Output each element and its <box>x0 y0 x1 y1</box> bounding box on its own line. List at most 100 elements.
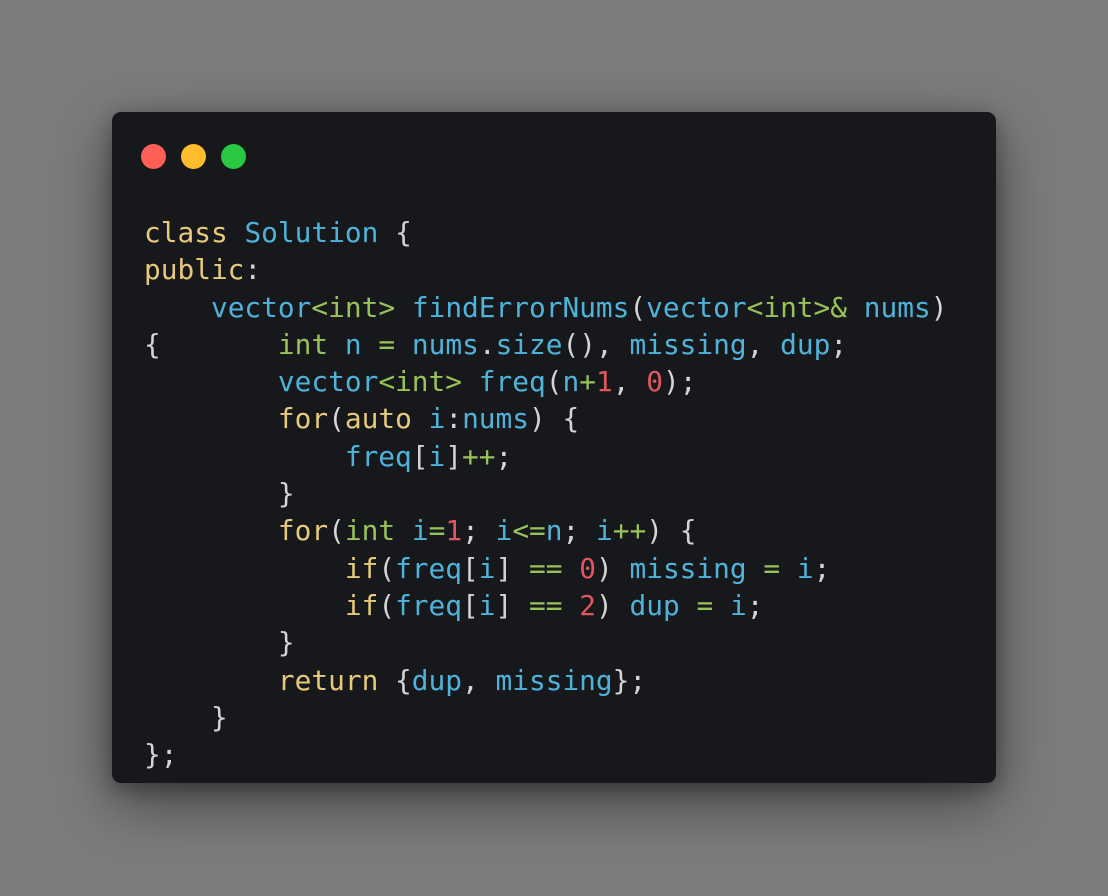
identifier-token: n <box>344 327 362 361</box>
punctuation-token <box>847 291 864 324</box>
operator-token: < <box>746 290 764 324</box>
identifier-token: n <box>562 365 580 399</box>
window-controls <box>141 144 246 169</box>
punctuation-token <box>144 365 278 398</box>
punctuation-token: ( <box>545 365 563 399</box>
identifier-token: vector <box>646 290 747 324</box>
punctuation-token: ; <box>462 514 496 548</box>
identifier-token: vector <box>277 365 379 399</box>
identifier-token: freq <box>395 588 463 622</box>
punctuation-token <box>780 552 797 585</box>
punctuation-token: . <box>478 327 496 361</box>
identifier-token: freq <box>478 365 546 399</box>
maximize-button[interactable] <box>221 144 246 169</box>
punctuation-token: } <box>144 626 295 660</box>
punctuation-token: [ <box>411 439 429 473</box>
type-token: int <box>395 365 446 399</box>
punctuation-token: ( <box>629 290 647 324</box>
code-line: class Solution { <box>144 214 947 251</box>
punctuation-token <box>144 514 278 547</box>
operator-token: > <box>445 365 463 399</box>
identifier-token: findErrorNums <box>411 290 630 324</box>
identifier-token: i <box>428 402 446 436</box>
punctuation-token: ) <box>595 588 630 622</box>
code-line: if(freq[i] == 0) missing = i; <box>144 550 947 587</box>
punctuation-token: : <box>244 253 262 287</box>
number-token: 1 <box>595 365 613 399</box>
punctuation-token: } <box>144 700 228 734</box>
number-token: 0 <box>646 365 663 399</box>
identifier-token: i <box>796 551 814 585</box>
punctuation-token <box>144 552 345 585</box>
code-line: } <box>144 699 947 736</box>
keyword-token: public <box>144 253 245 287</box>
identifier-token: i <box>478 551 496 585</box>
punctuation-token: ; <box>830 327 848 361</box>
keyword-token: auto <box>344 402 412 436</box>
operator-token: ++ <box>612 514 647 548</box>
punctuation-token <box>228 216 245 249</box>
punctuation-token: (), <box>562 327 630 361</box>
punctuation-token: : <box>445 402 463 436</box>
identifier-token: dup <box>629 588 680 622</box>
keyword-token: return <box>277 663 379 697</box>
operator-token: = <box>763 551 781 585</box>
punctuation-token <box>144 589 345 622</box>
operator-token: = <box>428 514 446 548</box>
punctuation-token: ( <box>378 551 396 585</box>
code-line: for(int i=1; i<=n; i++) { <box>144 512 947 549</box>
punctuation-token <box>362 328 379 361</box>
punctuation-token <box>395 328 412 361</box>
identifier-token: vector <box>210 290 312 324</box>
operator-token: < <box>311 290 329 324</box>
identifier-token: freq <box>395 551 463 585</box>
punctuation-token: , <box>746 327 781 361</box>
punctuation-token: ) { <box>646 514 697 548</box>
punctuation-token <box>747 552 764 585</box>
code-line: if(freq[i] == 2) dup = i; <box>144 587 947 624</box>
operator-token: >& <box>813 290 848 324</box>
identifier-token: i <box>478 588 496 622</box>
punctuation-token <box>562 589 579 622</box>
punctuation-token: ) <box>930 290 948 324</box>
identifier-token: i <box>411 514 429 548</box>
punctuation-token: ] <box>495 588 529 622</box>
identifier-token: i <box>596 514 613 548</box>
identifier-token: freq <box>344 439 412 473</box>
punctuation-token: , <box>462 663 496 697</box>
close-button[interactable] <box>141 144 166 169</box>
punctuation-token <box>144 664 278 697</box>
identifier-token: i <box>495 514 513 548</box>
punctuation-token <box>562 552 579 585</box>
identifier-token: i <box>729 588 747 622</box>
type-token: int <box>763 290 814 324</box>
identifier-token: missing <box>495 663 613 697</box>
punctuation-token: }; <box>612 663 647 697</box>
punctuation-token <box>412 402 429 435</box>
punctuation-token <box>144 440 345 473</box>
punctuation-token: [ <box>462 551 479 585</box>
keyword-token: if <box>344 588 379 622</box>
code-line: { int n = nums.size(), missing, dup; <box>144 326 947 363</box>
identifier-token: nums <box>462 402 530 436</box>
minimize-button[interactable] <box>181 144 206 169</box>
punctuation-token: ; <box>813 551 831 585</box>
punctuation-token: } <box>144 477 295 511</box>
identifier-token: size <box>495 327 563 361</box>
keyword-token: if <box>344 551 379 585</box>
punctuation-token: ] <box>495 551 529 585</box>
operator-token: > <box>378 290 396 324</box>
code-block: class Solution {public: vector<int> find… <box>144 214 947 773</box>
operator-token: + <box>579 365 596 399</box>
punctuation-token: , <box>612 365 647 399</box>
punctuation-token: ); <box>662 365 697 399</box>
identifier-token: Solution <box>244 216 379 249</box>
number-token: 2 <box>579 588 596 622</box>
code-line: vector<int> freq(n+1, 0); <box>144 363 947 400</box>
punctuation-token <box>144 402 278 435</box>
identifier-token: nums <box>863 290 931 324</box>
punctuation-token: ( <box>378 588 396 622</box>
operator-token: < <box>378 365 396 399</box>
type-token: int <box>328 290 379 324</box>
punctuation-token: { <box>144 327 278 361</box>
